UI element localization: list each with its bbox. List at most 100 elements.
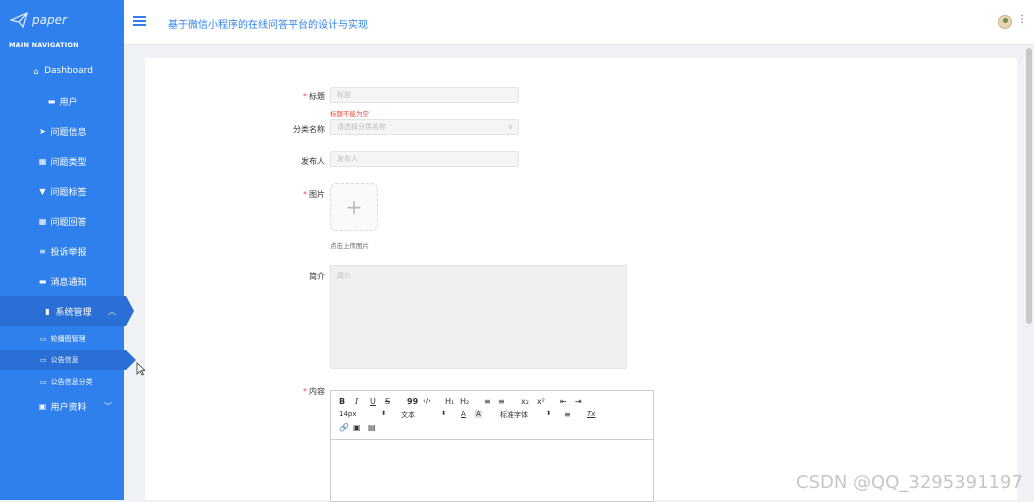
ordered-list-button[interactable]: ≡: [484, 397, 491, 406]
watermark: CSDN @QQ_3295391197: [796, 472, 1023, 493]
bold-button[interactable]: B: [339, 397, 345, 406]
app-title: 基于微信小程序的在线问答平台的设计与实现: [168, 20, 368, 31]
sidebar-item-question-types[interactable]: ▦ 问题类型: [0, 146, 124, 176]
image-label: * 图片: [303, 190, 325, 199]
chevron-updown-icon: ⬍: [546, 410, 552, 417]
rich-text-editor[interactable]: B I U S 99 ‹/› H₁ H₂ ≡ ≡ x₂ x² ⇤ ⇥ 14px …: [330, 390, 654, 502]
chevron-down-icon: ﹀: [104, 401, 112, 411]
scrollbar[interactable]: [1026, 48, 1032, 324]
sidebar-subitem-label: 轮播图管理: [50, 335, 86, 343]
plus-icon: +: [345, 195, 363, 219]
underline-button[interactable]: U: [370, 397, 376, 406]
video-icon[interactable]: ▤: [368, 423, 376, 432]
publisher-label: 发布人: [301, 157, 325, 166]
title-error: 标题不能为空: [330, 110, 369, 118]
link-icon[interactable]: 🔗: [339, 423, 349, 432]
indent-button[interactable]: ⇥: [575, 397, 582, 406]
font-family-select[interactable]: 标准字体: [500, 410, 528, 420]
bullet-list-button[interactable]: ≡: [498, 397, 505, 406]
content-label: * 内容: [303, 387, 325, 396]
upload-hint: 点击上传图片: [330, 242, 369, 250]
sidebar: paper MAIN NAVIGATION ⌂ Dashboard ▬ 用户 ➤…: [0, 0, 136, 500]
font-color-button[interactable]: A: [461, 410, 466, 418]
h1-button[interactable]: H₁: [445, 397, 454, 406]
logo[interactable]: paper: [10, 12, 67, 28]
text-style-select[interactable]: 文本: [401, 410, 415, 420]
menu-toggle-icon[interactable]: [133, 16, 146, 26]
required-marker: *: [303, 190, 307, 199]
sidebar-item-complaints[interactable]: ≡ 投诉举报: [0, 236, 124, 266]
sidebar-item-label: 用户: [59, 97, 78, 108]
sidebar-item-label: 用户资料: [50, 402, 87, 413]
form-panel: * 标题 标题 标题不能为空 分类名称 请选择分类名称 ∨ 发布人 发布人 * 图片…: [145, 58, 1017, 502]
align-button[interactable]: ≡: [564, 410, 571, 419]
paper-plane-icon: [10, 12, 28, 28]
h2-button[interactable]: H₂: [460, 397, 469, 406]
chevron-updown-icon: ⬍: [381, 410, 387, 417]
sidebar-item-label: 问题信息: [50, 127, 87, 138]
sidebar-item-label: 问题类型: [50, 157, 87, 168]
tag-icon: ▼: [39, 186, 46, 196]
folder-icon: ▭: [40, 335, 47, 343]
top-bar: 基于微信小程序的在线问答平台的设计与实现 ⋮: [124, 0, 1034, 45]
sidebar-item-question-answers[interactable]: ▦ 问题回答: [0, 206, 124, 236]
background-color-button[interactable]: A: [475, 410, 482, 418]
required-marker: *: [303, 387, 307, 396]
italic-button[interactable]: I: [355, 397, 358, 406]
sidebar-item-user-profile[interactable]: ▣ 用户资料 ﹀: [0, 391, 124, 421]
sidebar-subitem-carousel[interactable]: ▭ 轮播图管理: [0, 329, 124, 349]
more-vertical-icon[interactable]: ⋮: [1017, 14, 1027, 25]
grid-icon: ▦: [38, 216, 47, 226]
intro-textarea[interactable]: 简介: [330, 265, 627, 369]
category-label: 分类名称: [293, 125, 325, 134]
sidebar-item-label: 问题回答: [50, 217, 87, 228]
sidebar-subitem-announcements[interactable]: ▭ 公告信息: [0, 350, 136, 370]
superscript-button[interactable]: x²: [537, 397, 545, 406]
message-icon: ▬: [47, 96, 56, 106]
sidebar-subitem-label: 公告信息分类: [50, 378, 93, 386]
avatar[interactable]: [998, 15, 1012, 29]
outdent-button[interactable]: ⇤: [560, 397, 567, 406]
sidebar-item-users[interactable]: ▬ 用户: [0, 86, 124, 116]
chevron-updown-icon: ⬍: [441, 410, 447, 417]
send-icon: ➤: [39, 126, 46, 136]
publisher-input[interactable]: 发布人: [330, 151, 519, 167]
title-input[interactable]: 标题: [330, 87, 519, 103]
chevron-down-icon: ∨: [507, 123, 513, 131]
required-marker: *: [303, 92, 307, 101]
nav-header: MAIN NAVIGATION: [9, 41, 79, 49]
sidebar-item-label: 问题标签: [50, 187, 87, 198]
folder-icon: ▭: [40, 378, 47, 386]
category-select[interactable]: 请选择分类名称 ∨: [330, 119, 519, 135]
editor-toolbar: B I U S 99 ‹/› H₁ H₂ ≡ ≡ x₂ x² ⇤ ⇥ 14px …: [331, 391, 653, 440]
sidebar-item-label: Dashboard: [44, 66, 93, 76]
sidebar-item-label: 消息通知: [50, 277, 87, 288]
clear-format-button[interactable]: Tx: [587, 410, 595, 418]
sidebar-item-label: 系统管理: [55, 307, 92, 318]
logo-text: paper: [32, 13, 67, 27]
calendar-icon: ▣: [38, 401, 47, 411]
folder-icon: ▭: [40, 356, 47, 364]
chevron-up-icon: ︿: [108, 306, 116, 316]
font-size-select[interactable]: 14px: [339, 410, 357, 418]
grid-icon: ▦: [38, 156, 47, 166]
trash-icon: ▮: [45, 306, 50, 316]
title-label: * 标题: [303, 92, 325, 101]
sidebar-item-question-tags[interactable]: ▼ 问题标签: [0, 176, 124, 206]
intro-label: 简介: [309, 272, 325, 281]
sidebar-subitem-announcement-categories[interactable]: ▭ 公告信息分类: [0, 372, 124, 392]
code-button[interactable]: ‹/›: [423, 397, 431, 405]
sidebar-item-label: 投诉举报: [50, 247, 87, 258]
sidebar-item-dashboard[interactable]: ⌂ Dashboard: [0, 56, 124, 86]
list-icon: ≡: [39, 246, 46, 256]
sidebar-item-system-management[interactable]: ▮ 系统管理 ︿: [0, 296, 134, 326]
sidebar-item-notifications[interactable]: ▬ 消息通知: [0, 266, 124, 296]
sidebar-subitem-label: 公告信息: [50, 356, 79, 364]
home-icon: ⌂: [33, 66, 39, 76]
image-icon[interactable]: ▣: [353, 423, 361, 432]
quote-button[interactable]: 99: [407, 397, 418, 406]
strike-button[interactable]: S: [385, 397, 390, 406]
subscript-button[interactable]: x₂: [521, 397, 529, 406]
image-upload-button[interactable]: +: [330, 183, 378, 231]
sidebar-item-questions[interactable]: ➤ 问题信息: [0, 116, 124, 146]
